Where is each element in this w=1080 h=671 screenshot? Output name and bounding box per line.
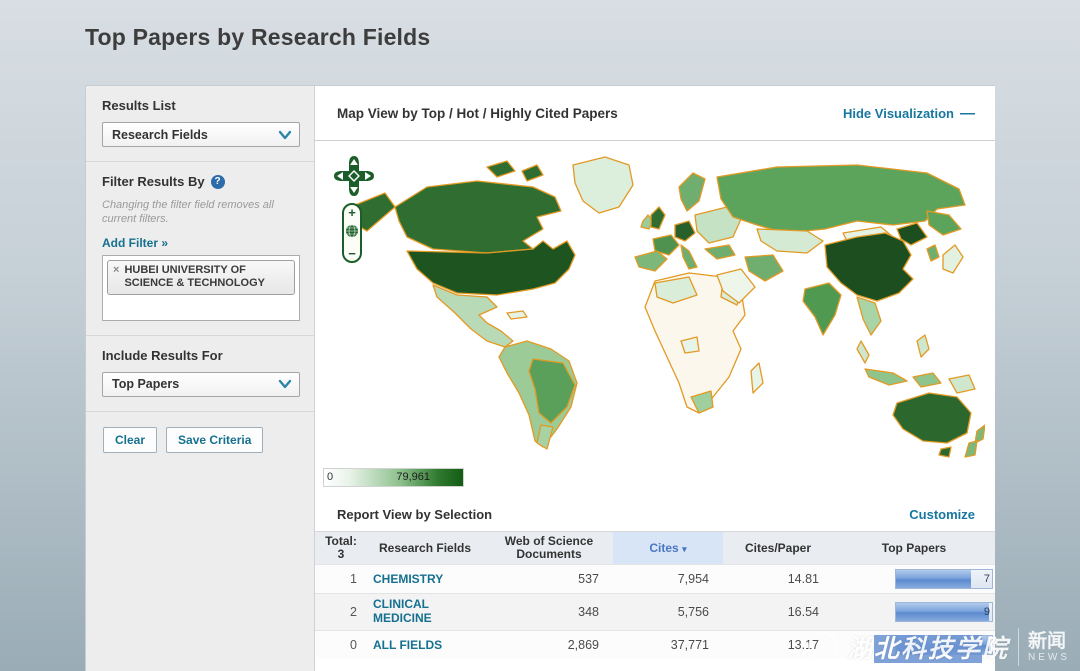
results-list-section: Results List Research Fields (86, 86, 314, 162)
results-list-heading: Results List (102, 98, 176, 113)
report-header: Report View by Selection Customize (315, 498, 995, 532)
table-row: 1 CHEMISTRY 537 7,954 14.81 7 (315, 564, 995, 594)
cites-per-paper-value: 14.81 (787, 572, 819, 587)
column-header-research-fields[interactable]: Research Fields (367, 532, 485, 565)
row-number: 1 (350, 572, 357, 587)
highlighted-text: 北科技学 (873, 635, 982, 663)
watermark: ✦ 湖北科技学院 新闻 NEWS (807, 628, 1070, 666)
filter-results-by-heading: Filter Results By (102, 174, 205, 189)
legend-min-value: 0 (327, 471, 334, 483)
row-number: 0 (350, 638, 357, 653)
include-results-selected-value: Top Papers (112, 377, 180, 392)
news-logo: 新闻 NEWS (1028, 630, 1070, 664)
map-zoom-control[interactable]: + − (342, 203, 362, 263)
map-area: + − 0 79,961 (315, 141, 995, 498)
results-list-select[interactable]: Research Fields (102, 122, 300, 147)
total-header: Total: 3 (315, 532, 367, 565)
map-pan-control[interactable] (333, 155, 375, 197)
map-panel-header: Map View by Top / Hot / Highly Cited Pap… (315, 86, 995, 141)
add-filter-link[interactable]: Add Filter » (102, 236, 168, 250)
page-title: Top Papers by Research Fields (85, 24, 431, 50)
sidebar-buttons: Clear Save Criteria (86, 412, 314, 467)
remove-filter-icon[interactable]: × (113, 264, 119, 277)
column-header-cites[interactable]: Cites ▾ (613, 532, 723, 565)
documents-value: 537 (578, 572, 599, 587)
include-results-section: Include Results For Top Papers (86, 336, 314, 412)
table-row: 2 CLINICAL MEDICINE 348 5,756 16.54 9 (315, 593, 995, 631)
cites-value: 7,954 (677, 572, 709, 587)
top-papers-bar: 7 (895, 569, 993, 590)
column-header-cites-per-paper[interactable]: Cites/Paper (723, 532, 833, 565)
field-link-clinical-medicine[interactable]: CLINICAL MEDICINE (373, 598, 479, 626)
minus-icon: — (960, 104, 975, 122)
clear-button[interactable]: Clear (103, 426, 158, 453)
university-name: 湖北科技学院 (846, 635, 1009, 663)
university-logo-icon: ✦ (807, 632, 838, 662)
cites-value: 5,756 (677, 605, 709, 620)
filter-section: Filter Results By ? Changing the filter … (86, 162, 314, 336)
include-results-heading: Include Results For (102, 347, 223, 363)
filter-note: Changing the filter field removes all cu… (102, 199, 274, 226)
customize-link[interactable]: Customize (909, 507, 975, 522)
chevron-down-icon (278, 130, 292, 140)
watermark-divider (1018, 628, 1019, 666)
hide-visualization-link[interactable]: Hide Visualization — (843, 105, 975, 122)
filter-tag-hubei-university[interactable]: × HUBEI UNIVERSITY OF SCIENCE & TECHNOLO… (107, 259, 295, 295)
main-panel: Map View by Top / Hot / Highly Cited Pap… (315, 86, 995, 671)
field-link-all-fields[interactable]: ALL FIELDS (373, 638, 442, 653)
save-criteria-button[interactable]: Save Criteria (166, 426, 264, 453)
include-results-select[interactable]: Top Papers (102, 371, 300, 397)
world-map[interactable] (337, 145, 985, 461)
active-filters-box: × HUBEI UNIVERSITY OF SCIENCE & TECHNOLO… (102, 254, 300, 321)
bar-fill (896, 570, 971, 589)
bar-fill (896, 603, 990, 622)
zoom-in-icon[interactable]: + (348, 206, 356, 219)
top-papers-bar: 9 (895, 602, 993, 623)
zoom-out-icon[interactable]: − (348, 247, 356, 260)
column-header-top-papers[interactable]: Top Papers (833, 532, 995, 565)
row-number: 2 (350, 605, 357, 620)
report-view-title: Report View by Selection (337, 507, 493, 522)
chevron-down-icon (278, 379, 292, 389)
help-icon[interactable]: ? (210, 174, 225, 189)
field-link-chemistry[interactable]: CHEMISTRY (373, 572, 443, 587)
bar-value-label: 9 (983, 606, 990, 619)
legend-max-value: 79,961 (396, 471, 430, 483)
sort-descending-icon: ▾ (682, 543, 687, 554)
filter-tag-label: HUBEI UNIVERSITY OF SCIENCE & TECHNOLOGY (124, 263, 266, 289)
results-list-selected-value: Research Fields (112, 127, 208, 142)
column-header-documents[interactable]: Web of Science Documents (485, 532, 613, 565)
table-header-row: Total: 3 Research Fields Web of Science … (315, 532, 995, 565)
cites-per-paper-value: 16.54 (787, 605, 819, 620)
sidebar: Results List Research Fields Filter Resu… (86, 86, 315, 671)
content-card: Results List Research Fields Filter Resu… (85, 85, 995, 671)
map-view-title: Map View by Top / Hot / Highly Cited Pap… (337, 105, 618, 121)
map-legend: 0 79,961 (323, 468, 464, 487)
globe-icon[interactable] (345, 224, 359, 243)
documents-value: 2,869 (567, 638, 599, 653)
documents-value: 348 (578, 605, 599, 620)
cites-value: 37,771 (670, 638, 709, 653)
bar-value-label: 7 (983, 573, 990, 586)
